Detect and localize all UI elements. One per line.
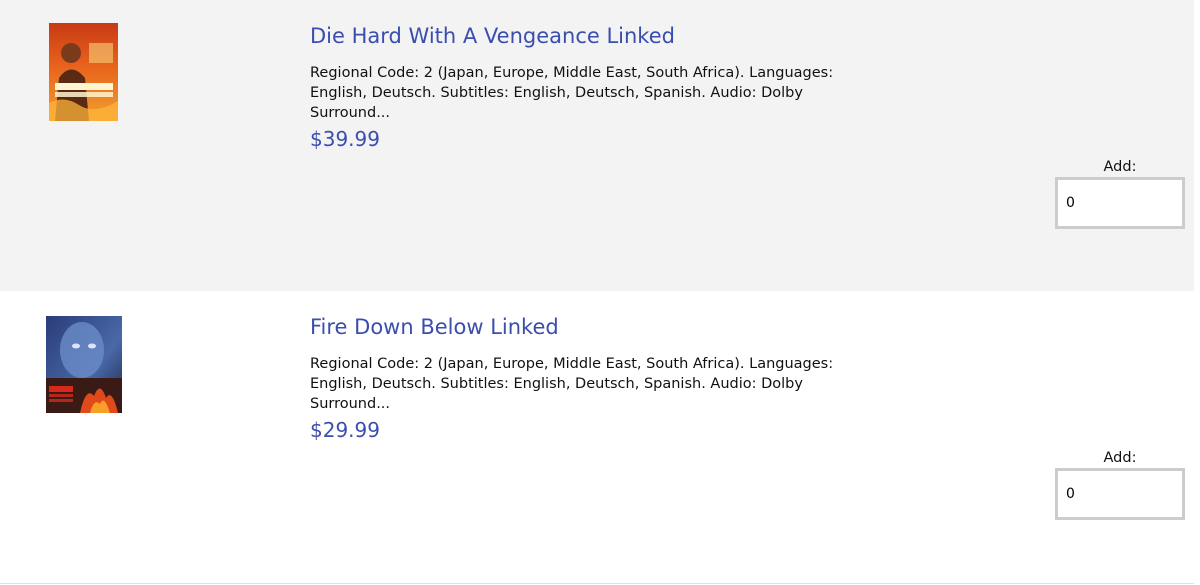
product-price: $39.99 <box>310 127 380 151</box>
add-quantity-label: Add: <box>1103 159 1137 175</box>
product-title-link[interactable]: Fire Down Below Linked <box>310 315 559 339</box>
product-row: Fire Down Below Linked Regional Code: 2 … <box>0 291 1194 584</box>
product-cover-image[interactable] <box>46 316 122 413</box>
quantity-input[interactable] <box>1055 468 1185 520</box>
product-row: Die Hard With A Vengeance Linked Regiona… <box>0 0 1194 291</box>
product-description: Regional Code: 2 (Japan, Europe, Middle … <box>310 356 834 412</box>
product-cover-image[interactable] <box>49 23 118 121</box>
quantity-input[interactable] <box>1055 177 1185 229</box>
product-description: Regional Code: 2 (Japan, Europe, Middle … <box>310 65 834 121</box>
product-price: $29.99 <box>310 418 380 442</box>
add-quantity-label: Add: <box>1103 450 1137 466</box>
product-list: Die Hard With A Vengeance Linked Regiona… <box>0 0 1200 585</box>
product-title-link[interactable]: Die Hard With A Vengeance Linked <box>310 24 675 48</box>
